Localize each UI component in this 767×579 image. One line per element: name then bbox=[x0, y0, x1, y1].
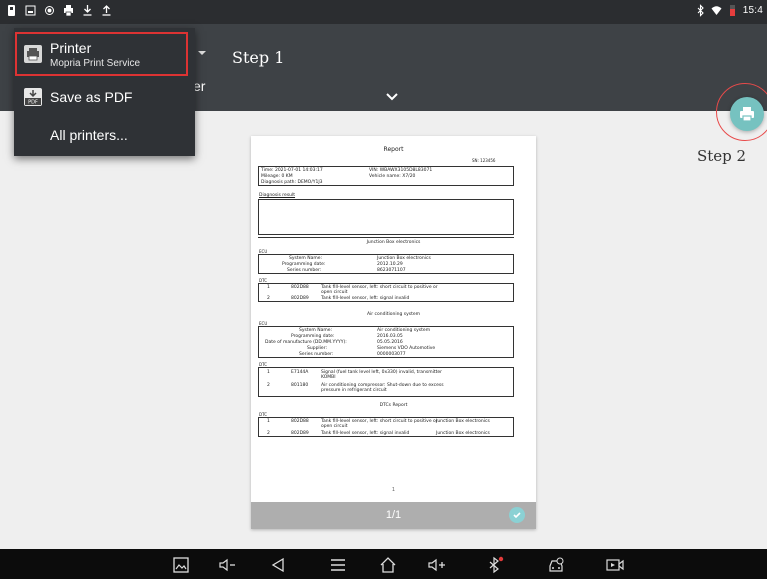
dtc1-d1b: open circuit bbox=[321, 290, 348, 295]
dtc1-d2: Tank fill-level sensor, left: signal inv… bbox=[321, 296, 410, 301]
dtc1-n1: 1 bbox=[267, 285, 270, 290]
ecu2-k2: Programming date: bbox=[291, 334, 335, 339]
dtc3-table: 1 802D88 Tank fill-level sensor, left: s… bbox=[258, 417, 514, 437]
section-dtcs-report: DTCs Report bbox=[379, 403, 408, 408]
ecu2-k5: Series number: bbox=[299, 352, 334, 357]
section-junction-box: Junction Box electronics bbox=[366, 240, 421, 245]
screenshot-icon[interactable] bbox=[172, 556, 190, 574]
info-time: Time: 2021-07-01 14:03:17 bbox=[261, 168, 323, 173]
ecu1-v3: 8623071107 bbox=[377, 268, 406, 273]
ecu2-k4: Supplier: bbox=[307, 346, 327, 351]
volume-up-icon[interactable] bbox=[428, 556, 446, 574]
page-count: 1/1 bbox=[385, 509, 402, 521]
bluetooth-icon bbox=[695, 4, 706, 17]
dtc2-d1b: KOMBI bbox=[321, 375, 336, 380]
diagnosis-result-label: Diagnosis result bbox=[259, 193, 296, 198]
info-box: Time: 2021-07-01 14:03:17 VIN: WBAWX3105… bbox=[258, 166, 514, 186]
save-pdf-label: Save as PDF bbox=[50, 89, 133, 105]
menu-item-save-pdf[interactable]: PDF Save as PDF bbox=[14, 80, 195, 114]
system-nav-bar bbox=[0, 549, 767, 579]
dtc2-n1: 1 bbox=[267, 370, 270, 375]
dtc3-d2: Tank fill-level sensor, left: signal inv… bbox=[321, 431, 410, 436]
printer-dropdown-arrow-icon[interactable] bbox=[197, 49, 207, 57]
battery-icon bbox=[727, 4, 738, 17]
clock: 15:4 bbox=[742, 5, 763, 16]
info-vin: VIN: WBAWX3105D8L83071 bbox=[369, 168, 433, 173]
ecu1-table: System Name: Junction Box electronics Pr… bbox=[258, 254, 514, 274]
status-left-icons bbox=[6, 4, 112, 17]
all-printers-label: All printers... bbox=[50, 127, 128, 143]
step2-highlight-circle bbox=[716, 83, 767, 141]
screen-record-icon[interactable] bbox=[606, 556, 624, 574]
dtc2-c1: E7144A bbox=[291, 370, 309, 375]
dtc2-table: 1 E7144A Signal (fuel tank level left, 0… bbox=[258, 367, 514, 397]
status-right-icons: 15:4 bbox=[695, 4, 763, 17]
dtc1-n2: 2 bbox=[267, 296, 270, 301]
vci-bluetooth-icon[interactable] bbox=[486, 556, 504, 574]
ecu2-v2: 2016.03.05 bbox=[377, 334, 403, 339]
wifi-icon bbox=[711, 4, 722, 17]
dtc1-c2: 802D89 bbox=[291, 296, 309, 301]
upload-icon bbox=[101, 4, 112, 17]
ecu2-k3: Date of manufacture (DD.MM.YYYY): bbox=[265, 340, 347, 345]
menu-icon[interactable] bbox=[329, 556, 347, 574]
print-screen: 15:4 Step 1 er Step 2 Printer Mopria Pri… bbox=[0, 0, 767, 579]
ecu1-v2: 2012.10.29 bbox=[377, 262, 403, 267]
status-bar: 15:4 bbox=[0, 0, 767, 24]
section-air-conditioning: Air conditioning system bbox=[366, 312, 421, 317]
ecu1-k2: Programming date: bbox=[282, 262, 326, 267]
print-icon bbox=[63, 4, 74, 17]
home-icon[interactable] bbox=[379, 556, 397, 574]
download-icon bbox=[82, 4, 93, 17]
report-document: Report SN: 123456 Time: 2021-07-01 14:03… bbox=[251, 136, 536, 498]
ecu1-k1: System Name: bbox=[289, 256, 323, 261]
gallery-icon bbox=[25, 4, 36, 17]
dtc2-c2: 801180 bbox=[291, 383, 309, 388]
dtc2-d2b: pressure in refrigerant circuit bbox=[321, 388, 387, 393]
ecu2-v1: Air conditioning system bbox=[377, 328, 431, 333]
dtc2-n2: 2 bbox=[267, 383, 270, 388]
ecu2-v4: Siemens VDO Automotive bbox=[377, 346, 436, 351]
dtc3-n1: 1 bbox=[267, 419, 270, 424]
ecu1-v1: Junction Box electronics bbox=[377, 256, 431, 261]
ecu2-k1: System Name: bbox=[299, 328, 333, 333]
ecu1-k3: Series number: bbox=[287, 268, 322, 273]
dtc2-d1: Signal (fuel tank level left, 0x330) inv… bbox=[321, 370, 442, 375]
pdf-icon: PDF bbox=[24, 88, 42, 106]
dtc3-d1b: open circuit bbox=[321, 424, 348, 429]
info-path: Diagnosis path: DEMO/Y1J3 bbox=[261, 180, 323, 185]
page-selection-bar[interactable]: 1/1 bbox=[251, 502, 536, 529]
back-icon[interactable] bbox=[269, 556, 287, 574]
divider bbox=[258, 237, 514, 238]
ecu2-table: System Name: Air conditioning system Pro… bbox=[258, 326, 514, 358]
step2-annotation: Step 2 bbox=[697, 147, 747, 165]
info-mileage: Mileage: 0 KM bbox=[261, 174, 293, 179]
page-number: 1 bbox=[391, 487, 396, 493]
dtc1-c1: 802D88 bbox=[291, 285, 309, 290]
page-selected-check-icon[interactable] bbox=[509, 507, 525, 523]
report-title: Report bbox=[383, 146, 404, 153]
print-preview-page[interactable]: Report SN: 123456 Time: 2021-07-01 14:03… bbox=[251, 136, 536, 529]
report-sn: SN: 123456 bbox=[472, 158, 496, 163]
step1-highlight-box bbox=[15, 32, 188, 76]
step1-annotation: Step 1 bbox=[232, 48, 285, 67]
diagnosis-result-box bbox=[258, 199, 514, 235]
dtc3-s2: Junction Box electronics bbox=[436, 431, 490, 436]
ecu2-v5: 0000003077 bbox=[377, 352, 406, 357]
ecu2-v3: 05.05.2016 bbox=[377, 340, 403, 345]
menu-item-all-printers[interactable]: All printers... bbox=[14, 122, 195, 148]
info-vehicle: Vehicle name: X7/20 bbox=[369, 174, 416, 179]
expand-options-chevron-icon[interactable] bbox=[385, 91, 399, 103]
car-diagnostics-icon[interactable] bbox=[547, 556, 565, 574]
volume-down-icon[interactable] bbox=[218, 556, 236, 574]
record-icon bbox=[44, 4, 55, 17]
svg-text:PDF: PDF bbox=[28, 100, 38, 106]
dtc3-s1: Junction Box electronics bbox=[436, 419, 490, 424]
dtc3-c2: 802D89 bbox=[291, 431, 309, 436]
dtc3-n2: 2 bbox=[267, 431, 270, 436]
notification-icon bbox=[6, 4, 17, 17]
dtc3-c1: 802D88 bbox=[291, 419, 309, 424]
dtc1-table: 1 802D88 Tank fill-level sensor, left: s… bbox=[258, 283, 514, 302]
